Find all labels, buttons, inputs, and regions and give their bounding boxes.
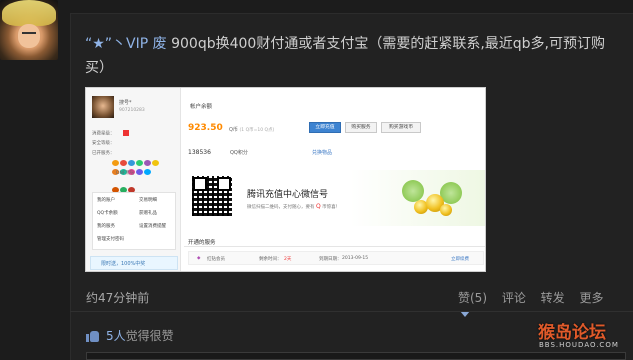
avatar-eyes [22,32,36,34]
points-label: QQ积分 [230,150,248,156]
renew-link[interactable]: 立即续费 [451,256,469,262]
post-header: “★”丶VIP 废 900qb换400财付通或者支付宝（需要的赶紧联系,最近qb… [85,32,625,80]
watermark-url: BBS.HOUDAO.COM [539,341,619,349]
wechat-banner[interactable]: 腾讯充值中心微信号 微信扫描二维码，支付随心，要有 Q 币惊喜！ [184,170,485,226]
attached-screenshot[interactable]: 搜号* 907210283 消费星级： 安全等级： 已开服务： DNF黑钻 我的… [85,87,486,272]
services-divider [184,246,485,247]
more-label: 更多 [579,291,604,305]
profile-name: 搜号* [119,100,132,106]
profile-avatar [92,96,114,118]
thumbs-up-icon [86,329,100,342]
service-icon [144,169,151,175]
profile-sidebar: 搜号* 907210283 消费星级： 安全等级： 已开服务： DNF黑钻 我的… [86,88,181,271]
menu-qq-card[interactable]: QQ卡余额 [97,210,118,216]
recharge-button[interactable]: 立即充值 [309,122,341,133]
stat-security-label: 安全等级： [92,141,115,146]
like-button[interactable]: 赞(5) [458,291,487,305]
promo-banner[interactable]: 限时送，100%中奖 [90,256,178,270]
menu-gifts[interactable]: 获赠礼品 [139,210,157,216]
service-icons-row-3 [112,178,172,193]
coins-illustration-icon [402,180,462,220]
coin-icon [440,204,452,216]
post-time[interactable]: 约47分钟前 [86,289,149,306]
likes-summary: 5人觉得很赞 [86,327,174,344]
banner-subtitle-text: 微信扫描二维码，支付随心，要有 [247,205,315,210]
service-expire-label: 到期日期： [319,257,342,262]
diamond-icon: ◆ [197,256,201,261]
banner-subtitle: 微信扫描二维码，支付随心，要有 Q 币惊喜！ [247,203,340,210]
repost-button[interactable]: 转发 [541,291,565,305]
dnf-label: DNF黑钻 [116,171,135,176]
balance-note: (1 Q币=10 Q点) [239,128,275,133]
watermark-logo: 猴岛论坛 [538,323,606,343]
menu-my-account[interactable]: 我的账户 [97,197,115,203]
balance-unit-label: Q币 [229,127,238,133]
service-days: 2天 [284,257,292,262]
qr-code-icon [192,176,232,216]
service-icons-row-2 [112,160,172,175]
service-name: 红钻会员 [207,257,225,262]
banner-subtitle-end: 币惊喜！ [322,205,341,210]
stat-consume-label: 消费星级： [92,131,115,137]
account-panel: 帐户余额 923.50 Q币 (1 Q币=10 Q点) 立即充值 购买服务 购买… [184,88,485,271]
level-badge-icon [122,130,129,136]
profile-id: 907210283 [119,108,145,113]
section-divider [70,311,633,312]
likes-count[interactable]: 5人 [106,329,126,343]
balance-value: 923.50 [188,123,223,133]
balance-unit: Q币 (1 Q币=10 Q点) [229,126,274,133]
avatar-hair [2,0,56,26]
service-icon [136,169,143,175]
user-avatar[interactable] [0,0,58,60]
services-title: 开通的服务 [188,240,216,246]
likes-label: 觉得很赞 [125,329,174,343]
avatar-face [18,24,40,48]
dnf-badge: DNF黑钻 [116,170,134,176]
exchange-link[interactable]: 兑换物品 [312,149,332,156]
page: “★”丶VIP 废 900qb换400财付通或者支付宝（需要的赶紧联系,最近qb… [0,0,633,360]
balance-title: 帐户余额 [190,104,213,110]
menu-reminder[interactable]: 设置消费提醒 [139,223,166,229]
comment-input-box[interactable] [86,352,626,360]
menu-my-services[interactable]: 我的服务 [97,223,115,229]
leaf-icon [402,180,424,202]
buy-service-button[interactable]: 购买服务 [345,122,377,133]
banner-q-letter: Q [315,203,321,210]
service-remain-label: 剩余时间： [259,257,282,262]
menu-transactions[interactable]: 交易明细 [139,197,157,203]
menu-pay-password[interactable]: 管理支付密码 [97,236,124,242]
username-link[interactable]: “★”丶VIP 废 [85,36,167,52]
points-value: 138536 [188,149,211,156]
stat-consume: 消费星级： [92,130,129,137]
service-expire: 2013-09-15 [342,256,369,261]
banner-title: 腾讯充值中心微信号 [247,190,329,200]
stat-security: 安全等级： [92,140,115,146]
buy-game-coin-button[interactable]: 购买游戏币 [381,122,421,133]
service-row: ◆ 红钻会员 剩余时间： 2天 到期日期： 2013-09-15 立即续费 [188,251,484,265]
comment-button[interactable]: 评论 [502,291,526,305]
service-icons-row-1 [112,151,172,166]
post-actions: 赞(5) 评论 转发 更多 [458,289,633,320]
account-menu: 我的账户 QQ卡余额 我的服务 管理支付密码 交易明细 获赠礼品 设置消费提醒 [92,192,176,250]
